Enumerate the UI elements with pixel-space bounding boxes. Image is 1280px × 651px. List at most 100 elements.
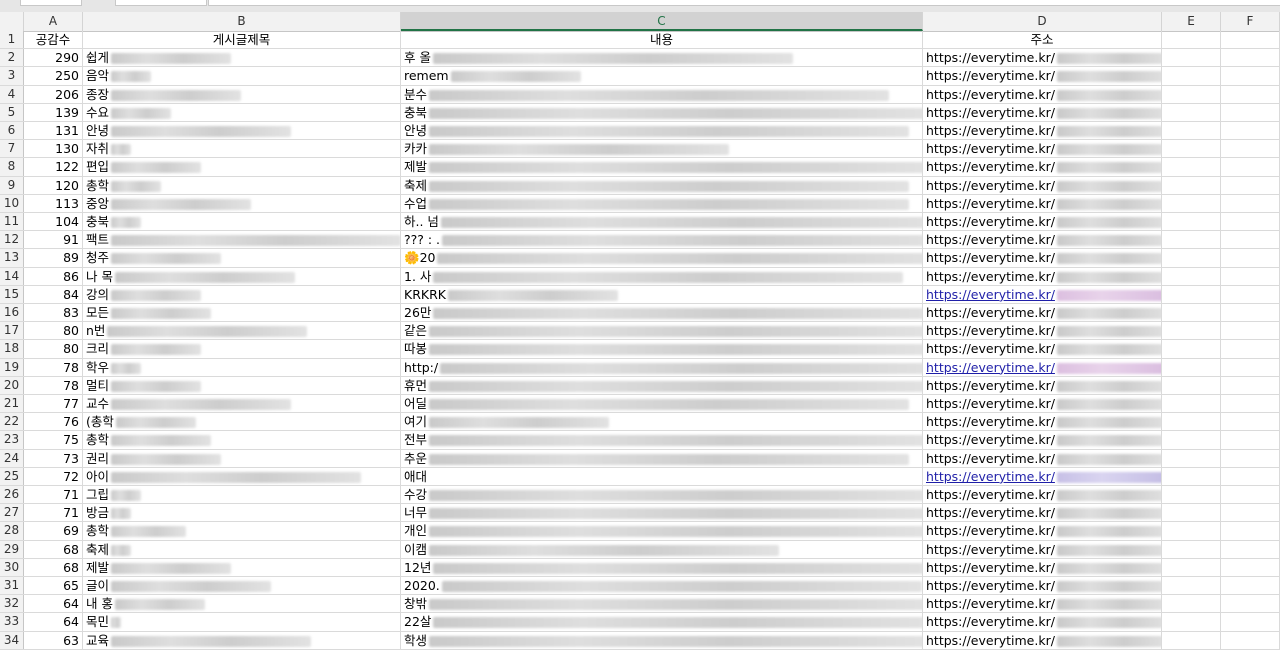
content-cell[interactable]: 1. 사 xyxy=(401,267,923,285)
row-header[interactable]: 6 xyxy=(0,122,24,140)
content-cell[interactable]: 개인 xyxy=(401,522,923,540)
empty-cell[interactable] xyxy=(1162,522,1221,540)
content-cell[interactable]: 휴먼 xyxy=(401,376,923,394)
likes-cell[interactable]: 131 xyxy=(24,122,83,140)
content-cell[interactable]: 제발 xyxy=(401,158,923,176)
row-header[interactable]: 21 xyxy=(0,395,24,413)
empty-cell[interactable] xyxy=(1162,140,1221,158)
empty-cell[interactable] xyxy=(1221,558,1280,576)
empty-cell[interactable] xyxy=(1162,504,1221,522)
likes-cell[interactable]: 113 xyxy=(24,194,83,212)
empty-cell[interactable] xyxy=(1162,340,1221,358)
row-header[interactable]: 32 xyxy=(0,595,24,613)
likes-cell[interactable]: 78 xyxy=(24,358,83,376)
address-cell[interactable]: https://everytime.kr/ xyxy=(923,540,1162,558)
formula-input-stub[interactable] xyxy=(208,0,1280,6)
row-header[interactable]: 31 xyxy=(0,577,24,595)
likes-cell[interactable]: 130 xyxy=(24,140,83,158)
content-cell[interactable]: remem xyxy=(401,67,923,85)
likes-cell[interactable]: 139 xyxy=(24,103,83,121)
title-cell[interactable]: 쉽게 xyxy=(83,49,401,67)
address-cell[interactable]: https://everytime.kr/ xyxy=(923,285,1162,303)
title-cell[interactable]: 음악 xyxy=(83,67,401,85)
likes-cell[interactable]: 64 xyxy=(24,595,83,613)
row-header[interactable]: 11 xyxy=(0,213,24,231)
likes-cell[interactable]: 80 xyxy=(24,340,83,358)
empty-cell[interactable] xyxy=(1162,158,1221,176)
likes-cell[interactable]: 84 xyxy=(24,285,83,303)
empty-cell[interactable] xyxy=(1221,395,1280,413)
likes-cell[interactable]: 104 xyxy=(24,213,83,231)
content-cell[interactable]: 창밖 xyxy=(401,595,923,613)
empty-cell[interactable] xyxy=(1221,267,1280,285)
content-cell[interactable]: 따봉 xyxy=(401,340,923,358)
row-header[interactable]: 30 xyxy=(0,558,24,576)
address-cell[interactable]: https://everytime.kr/ xyxy=(923,504,1162,522)
empty-cell[interactable] xyxy=(1162,194,1221,212)
title-cell[interactable]: 크리 xyxy=(83,340,401,358)
title-cell[interactable]: 편입 xyxy=(83,158,401,176)
empty-cell[interactable] xyxy=(1221,67,1280,85)
title-cell[interactable]: 방금 xyxy=(83,504,401,522)
row-header[interactable]: 18 xyxy=(0,340,24,358)
title-cell[interactable]: 충북 xyxy=(83,213,401,231)
title-cell[interactable]: 모든 xyxy=(83,304,401,322)
address-cell[interactable]: https://everytime.kr/ xyxy=(923,304,1162,322)
column-header-d[interactable]: D xyxy=(923,12,1162,31)
row-header[interactable]: 2 xyxy=(0,49,24,67)
empty-cell[interactable] xyxy=(1221,631,1280,649)
row-header[interactable]: 24 xyxy=(0,449,24,467)
empty-cell[interactable] xyxy=(1221,340,1280,358)
empty-cell[interactable] xyxy=(1162,267,1221,285)
empty-cell[interactable] xyxy=(1162,85,1221,103)
empty-cell[interactable] xyxy=(1162,467,1221,485)
content-cell[interactable]: 너무 xyxy=(401,504,923,522)
empty-cell[interactable] xyxy=(1221,322,1280,340)
empty-cell[interactable] xyxy=(1162,122,1221,140)
empty-cell[interactable] xyxy=(1162,631,1221,649)
likes-cell[interactable]: 71 xyxy=(24,486,83,504)
address-cell[interactable]: https://everytime.kr/ xyxy=(923,558,1162,576)
content-cell[interactable]: 추운 xyxy=(401,449,923,467)
content-cell[interactable]: 학생 xyxy=(401,631,923,649)
empty-cell[interactable] xyxy=(1221,158,1280,176)
address-cell[interactable]: https://everytime.kr/ xyxy=(923,176,1162,194)
empty-cell[interactable] xyxy=(1221,31,1280,49)
empty-cell[interactable] xyxy=(1221,85,1280,103)
title-cell[interactable]: 글이 xyxy=(83,577,401,595)
address-cell[interactable]: https://everytime.kr/ xyxy=(923,213,1162,231)
row-header[interactable]: 27 xyxy=(0,504,24,522)
address-cell[interactable]: https://everytime.kr/ xyxy=(923,467,1162,485)
title-cell[interactable]: n번 xyxy=(83,322,401,340)
empty-cell[interactable] xyxy=(1162,249,1221,267)
address-cell[interactable]: https://everytime.kr/ xyxy=(923,140,1162,158)
content-cell[interactable]: 12년 xyxy=(401,558,923,576)
title-cell[interactable]: 팩트 xyxy=(83,231,401,249)
address-cell[interactable]: https://everytime.kr/ xyxy=(923,194,1162,212)
title-cell[interactable]: 권리 xyxy=(83,449,401,467)
row-header[interactable]: 8 xyxy=(0,158,24,176)
content-cell[interactable]: 여기 xyxy=(401,413,923,431)
empty-cell[interactable] xyxy=(1162,67,1221,85)
title-cell[interactable]: 안녕 xyxy=(83,122,401,140)
title-cell[interactable]: 아이 xyxy=(83,467,401,485)
empty-cell[interactable] xyxy=(1162,431,1221,449)
address-cell[interactable]: https://everytime.kr/ xyxy=(923,322,1162,340)
address-cell[interactable]: https://everytime.kr/ xyxy=(923,595,1162,613)
likes-cell[interactable]: 78 xyxy=(24,376,83,394)
address-cell[interactable]: https://everytime.kr/ xyxy=(923,158,1162,176)
content-cell[interactable]: 이캠 xyxy=(401,540,923,558)
likes-cell[interactable]: 206 xyxy=(24,85,83,103)
content-cell[interactable]: 22살 xyxy=(401,613,923,631)
empty-cell[interactable] xyxy=(1162,395,1221,413)
empty-cell[interactable] xyxy=(1221,49,1280,67)
content-cell[interactable]: 전부 xyxy=(401,431,923,449)
likes-cell[interactable]: 64 xyxy=(24,613,83,631)
empty-cell[interactable] xyxy=(1162,358,1221,376)
likes-cell[interactable]: 80 xyxy=(24,322,83,340)
empty-cell[interactable] xyxy=(1221,285,1280,303)
address-link[interactable]: https://everytime.kr/ xyxy=(926,469,1055,484)
content-cell[interactable]: ??? : . xyxy=(401,231,923,249)
row-header[interactable]: 10 xyxy=(0,194,24,212)
row-header[interactable]: 20 xyxy=(0,376,24,394)
